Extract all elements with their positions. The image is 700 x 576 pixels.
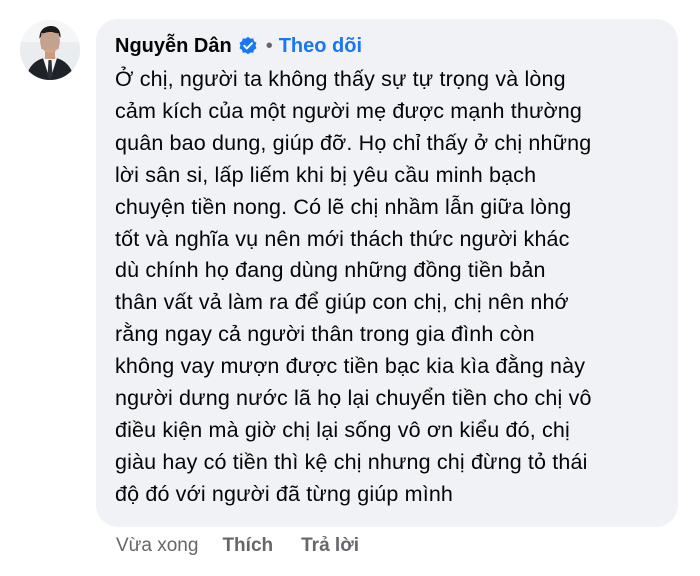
- comment-bubble: Nguyễn Dân • Theo dõi Ở chị, người ta kh…: [96, 19, 678, 527]
- separator-dot: •: [265, 34, 273, 57]
- comment-header: Nguyễn Dân • Theo dõi: [115, 31, 662, 61]
- reply-button[interactable]: Trả lời: [301, 535, 359, 557]
- comment-text: Ở chị, người ta không thấy sự tự trọng v…: [115, 67, 592, 506]
- like-button[interactable]: Thích: [222, 535, 273, 557]
- follow-button[interactable]: Theo dõi: [279, 35, 362, 58]
- verified-badge-icon: [238, 36, 258, 56]
- profile-photo: [20, 20, 80, 80]
- author-name[interactable]: Nguyễn Dân: [115, 35, 232, 58]
- timestamp[interactable]: Vừa xong: [116, 535, 198, 557]
- comment-actions: Vừa xong Thích Trả lời: [116, 535, 387, 557]
- avatar[interactable]: [20, 20, 80, 80]
